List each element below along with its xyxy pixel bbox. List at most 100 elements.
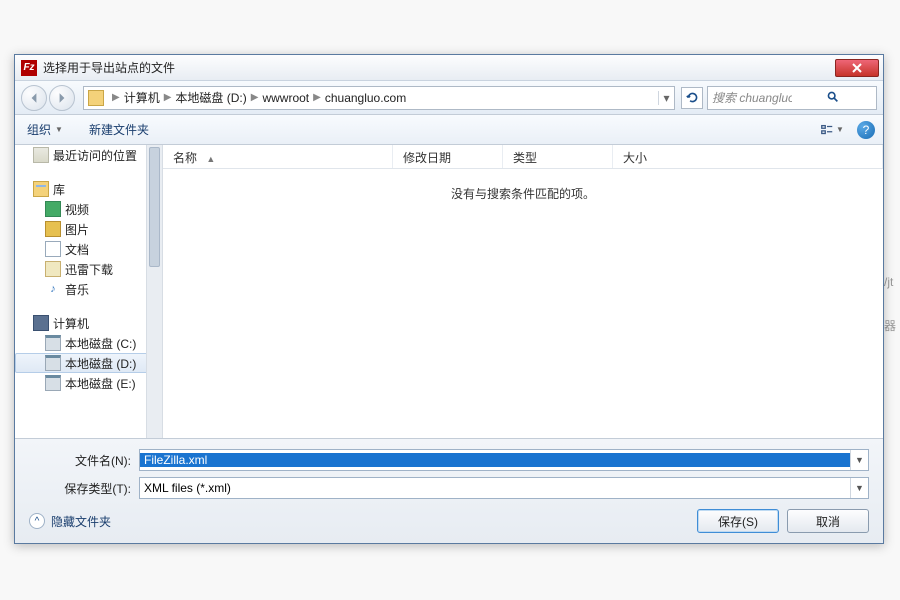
tree-scrollbar[interactable] bbox=[146, 145, 162, 438]
titlebar: Fz 选择用于导出站点的文件 bbox=[15, 55, 883, 81]
tree-label: 音乐 bbox=[65, 281, 89, 298]
col-name[interactable]: 名称 ▲ bbox=[163, 145, 393, 168]
window-title: 选择用于导出站点的文件 bbox=[43, 59, 835, 76]
tree-label: 文档 bbox=[65, 241, 89, 258]
folder-icon bbox=[88, 90, 104, 106]
breadcrumb-seg-computer[interactable]: 计算机 bbox=[124, 89, 160, 106]
col-label: 名称 bbox=[173, 151, 197, 165]
music-icon: ♪ bbox=[45, 281, 61, 297]
view-icon bbox=[820, 123, 834, 137]
computer-icon bbox=[33, 315, 49, 331]
filetype-label: 保存类型(T): bbox=[29, 480, 139, 497]
app-icon: Fz bbox=[21, 60, 37, 76]
tree-documents[interactable]: 文档 bbox=[15, 239, 162, 259]
column-headers: 名称 ▲ 修改日期 类型 大小 bbox=[163, 145, 883, 169]
refresh-icon bbox=[686, 91, 699, 104]
chevron-down-icon: ▼ bbox=[55, 125, 63, 134]
sort-asc-icon: ▲ bbox=[206, 154, 215, 164]
thunder-icon bbox=[45, 261, 61, 277]
breadcrumb[interactable]: ▶ 计算机 ▶ 本地磁盘 (D:) ▶ wwwroot ▶ chuangluo.… bbox=[83, 86, 675, 110]
file-list: 名称 ▲ 修改日期 类型 大小 没有与搜索条件匹配的项。 bbox=[163, 145, 883, 438]
tree-label: 迅雷下载 bbox=[65, 261, 113, 278]
chevron-right-icon: ▶ bbox=[112, 92, 120, 103]
library-icon bbox=[33, 181, 49, 197]
button-row: ^ 隐藏文件夹 保存(S) 取消 bbox=[29, 509, 869, 533]
chevron-right-icon: ▶ bbox=[251, 92, 259, 103]
save-button[interactable]: 保存(S) bbox=[697, 509, 779, 533]
close-button[interactable] bbox=[835, 59, 879, 77]
tree-drive-e[interactable]: 本地磁盘 (E:) bbox=[15, 373, 162, 393]
hide-folders-label: 隐藏文件夹 bbox=[51, 513, 111, 530]
drive-icon bbox=[45, 355, 61, 371]
tree-drive-d[interactable]: 本地磁盘 (D:) bbox=[15, 353, 162, 373]
toolbar: 组织 ▼ 新建文件夹 ▼ ? bbox=[15, 115, 883, 145]
view-button[interactable]: ▼ bbox=[815, 120, 849, 140]
documents-icon bbox=[45, 241, 61, 257]
col-size[interactable]: 大小 bbox=[613, 145, 883, 168]
tree-label: 视频 bbox=[65, 201, 89, 218]
forward-icon bbox=[56, 92, 68, 104]
new-folder-button[interactable]: 新建文件夹 bbox=[85, 121, 153, 138]
organize-button[interactable]: 组织 ▼ bbox=[23, 121, 67, 138]
close-icon bbox=[852, 63, 862, 73]
help-button[interactable]: ? bbox=[857, 121, 875, 139]
tree-computer[interactable]: 计算机 bbox=[15, 313, 162, 333]
drive-icon bbox=[45, 335, 61, 351]
dialog-footer: 文件名(N): FileZilla.xml ▼ 保存类型(T): XML fil… bbox=[15, 438, 883, 543]
filename-dropdown[interactable]: ▼ bbox=[850, 450, 868, 470]
chevron-right-icon: ▶ bbox=[164, 92, 172, 103]
breadcrumb-seg-drive[interactable]: 本地磁盘 (D:) bbox=[175, 89, 246, 106]
tree-label: 计算机 bbox=[53, 315, 89, 332]
chevron-right-icon: ▶ bbox=[313, 92, 321, 103]
filetype-select[interactable]: XML files (*.xml) ▼ bbox=[139, 477, 869, 499]
tree-music[interactable]: ♪ 音乐 bbox=[15, 279, 162, 299]
nav-tree: 最近访问的位置 库 视频 图片 文档 迅雷下载 bbox=[15, 145, 163, 438]
new-folder-label: 新建文件夹 bbox=[89, 121, 149, 138]
breadcrumb-seg-site[interactable]: chuangluo.com bbox=[325, 91, 406, 105]
tree-pictures[interactable]: 图片 bbox=[15, 219, 162, 239]
refresh-button[interactable] bbox=[681, 87, 703, 109]
filetype-dropdown[interactable]: ▼ bbox=[850, 478, 868, 498]
tree-label: 库 bbox=[53, 181, 65, 198]
breadcrumb-seg-wwwroot[interactable]: wwwroot bbox=[262, 91, 309, 105]
chevron-up-icon: ^ bbox=[29, 513, 45, 529]
tree-recent[interactable]: 最近访问的位置 bbox=[15, 145, 162, 165]
tree-thunder[interactable]: 迅雷下载 bbox=[15, 259, 162, 279]
forward-button[interactable] bbox=[49, 85, 75, 111]
tree-label: 图片 bbox=[65, 221, 89, 238]
scrollbar-thumb[interactable] bbox=[149, 147, 160, 267]
col-modified[interactable]: 修改日期 bbox=[393, 145, 503, 168]
background-hint: /jt器 bbox=[884, 275, 900, 375]
col-type[interactable]: 类型 bbox=[503, 145, 613, 168]
drive-icon bbox=[45, 375, 61, 391]
tree-library[interactable]: 库 bbox=[15, 179, 162, 199]
video-icon bbox=[45, 201, 61, 217]
tree-video[interactable]: 视频 bbox=[15, 199, 162, 219]
back-icon bbox=[28, 92, 40, 104]
filetype-value: XML files (*.xml) bbox=[140, 481, 850, 495]
tree-label: 本地磁盘 (E:) bbox=[65, 375, 136, 392]
nav-row: ▶ 计算机 ▶ 本地磁盘 (D:) ▶ wwwroot ▶ chuangluo.… bbox=[15, 81, 883, 115]
search-input[interactable]: 搜索 chuangluo.com bbox=[707, 86, 877, 110]
back-button[interactable] bbox=[21, 85, 47, 111]
tree-drive-c[interactable]: 本地磁盘 (C:) bbox=[15, 333, 162, 353]
filename-value: FileZilla.xml bbox=[140, 453, 850, 467]
empty-message: 没有与搜索条件匹配的项。 bbox=[163, 169, 883, 438]
filetype-row: 保存类型(T): XML files (*.xml) ▼ bbox=[29, 477, 869, 499]
pictures-icon bbox=[45, 221, 61, 237]
filename-label: 文件名(N): bbox=[29, 452, 139, 469]
filename-input[interactable]: FileZilla.xml ▼ bbox=[139, 449, 869, 471]
cancel-button[interactable]: 取消 bbox=[787, 509, 869, 533]
recent-icon bbox=[33, 147, 49, 163]
search-placeholder: 搜索 chuangluo.com bbox=[712, 89, 792, 106]
dialog-body: 最近访问的位置 库 视频 图片 文档 迅雷下载 bbox=[15, 145, 883, 438]
tree-label: 本地磁盘 (C:) bbox=[65, 335, 136, 352]
organize-label: 组织 bbox=[27, 121, 51, 138]
search-icon bbox=[792, 90, 872, 106]
breadcrumb-dropdown[interactable]: ▾ bbox=[658, 91, 674, 105]
hide-folders-toggle[interactable]: ^ 隐藏文件夹 bbox=[29, 513, 111, 530]
tree-label: 本地磁盘 (D:) bbox=[65, 355, 136, 372]
filename-row: 文件名(N): FileZilla.xml ▼ bbox=[29, 449, 869, 471]
save-dialog: Fz 选择用于导出站点的文件 ▶ 计算机 ▶ 本地磁盘 (D:) ▶ wwwro… bbox=[14, 54, 884, 544]
tree-label: 最近访问的位置 bbox=[53, 147, 137, 164]
